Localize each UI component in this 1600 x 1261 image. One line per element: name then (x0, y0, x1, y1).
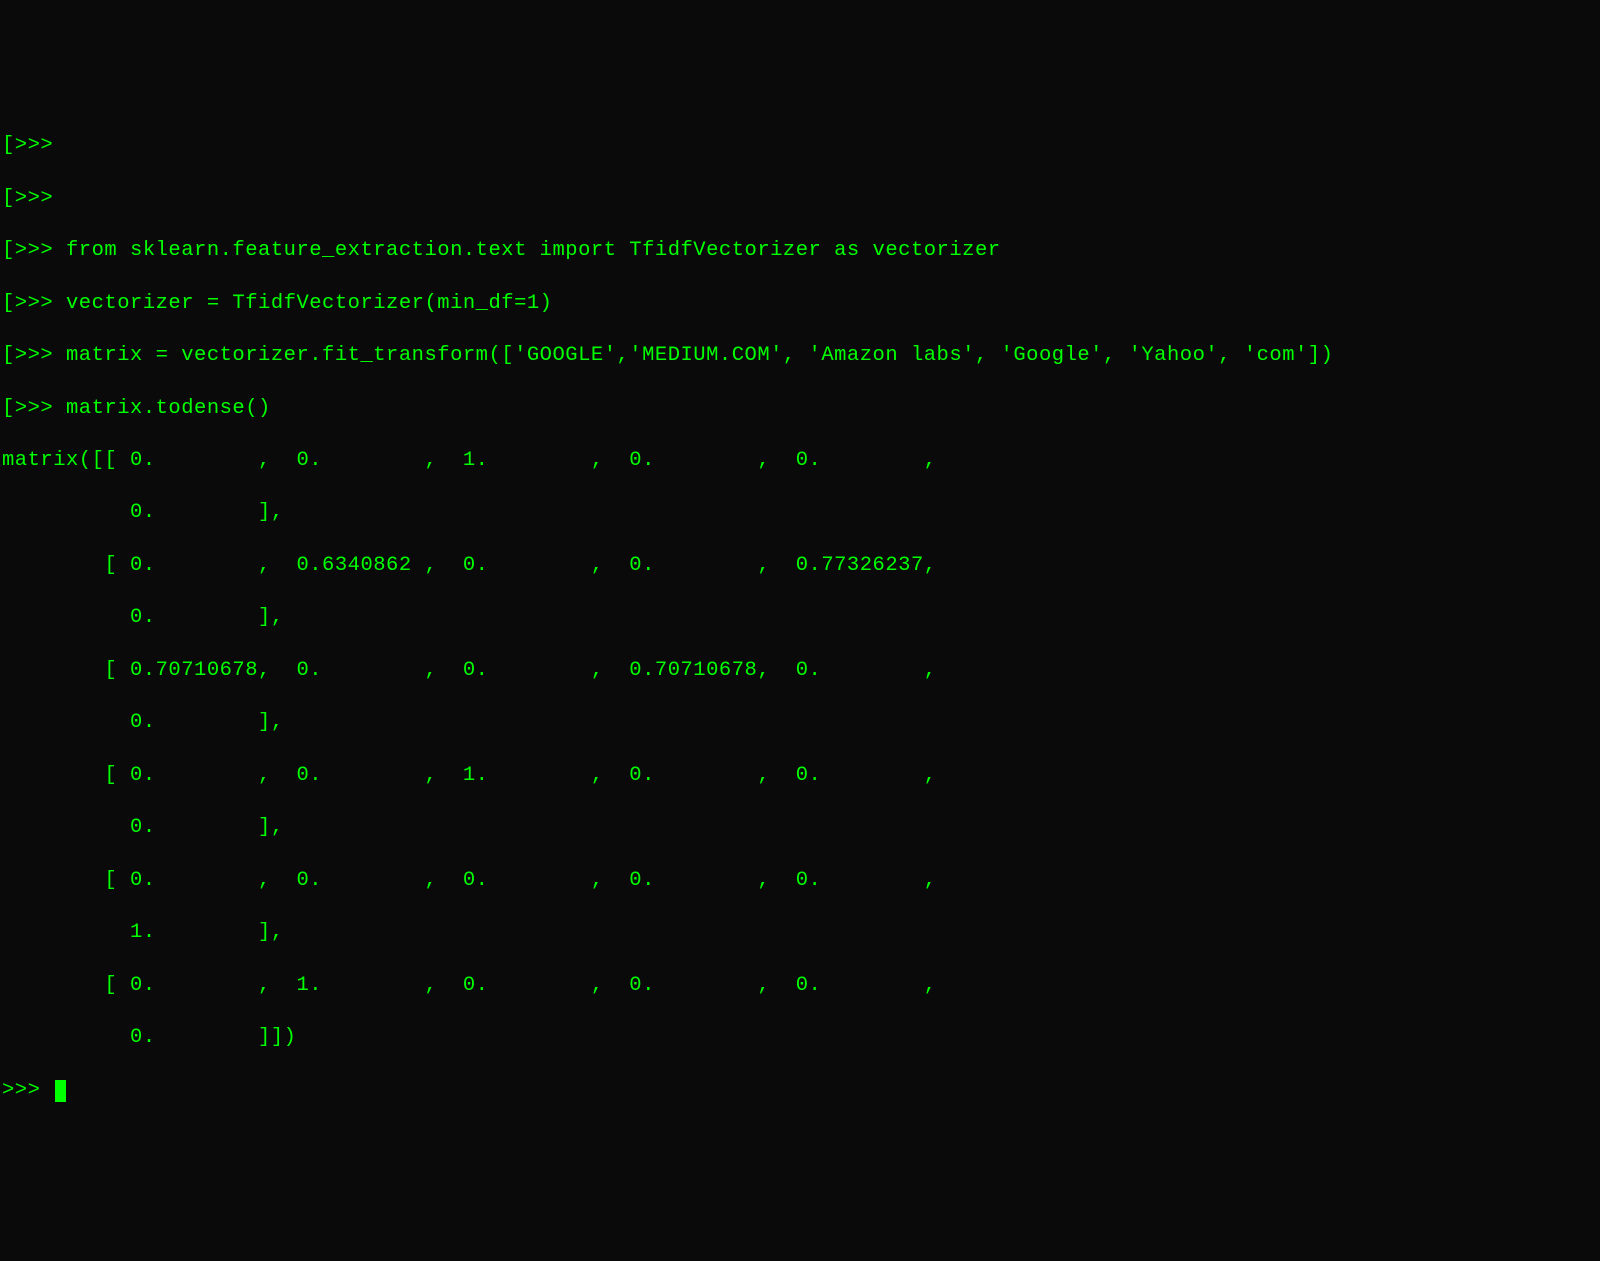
terminal-line: [>>> (2, 186, 1600, 212)
terminal-line: [>>> vectorizer = TfidfVectorizer(min_df… (2, 291, 1600, 317)
terminal-line: [>>> from sklearn.feature_extraction.tex… (2, 238, 1600, 264)
terminal-output-line: 0. ], (2, 815, 1600, 841)
terminal-output-line: [ 0. , 1. , 0. , 0. , 0. , (2, 973, 1600, 999)
cursor-icon (55, 1080, 66, 1102)
terminal-line: [>>> matrix = vectorizer.fit_transform([… (2, 343, 1600, 369)
terminal-output-line: 0. ]]) (2, 1025, 1600, 1051)
terminal-line: [>>> matrix.todense() (2, 396, 1600, 422)
terminal-output-line: 0. ], (2, 710, 1600, 736)
prompt-text: >>> (2, 1079, 53, 1102)
terminal-output-line: 0. ], (2, 500, 1600, 526)
terminal-output-line: 0. ], (2, 605, 1600, 631)
terminal-output-line: 1. ], (2, 920, 1600, 946)
terminal-output-line: matrix([[ 0. , 0. , 1. , 0. , 0. , (2, 448, 1600, 474)
terminal-window[interactable]: [>>> [>>> [>>> from sklearn.feature_extr… (0, 105, 1600, 1130)
terminal-line: [>>> (2, 133, 1600, 159)
terminal-output-line: [ 0. , 0. , 1. , 0. , 0. , (2, 763, 1600, 789)
terminal-prompt-active[interactable]: >>> (2, 1078, 1600, 1104)
terminal-output-line: [ 0. , 0. , 0. , 0. , 0. , (2, 868, 1600, 894)
terminal-output-line: [ 0.70710678, 0. , 0. , 0.70710678, 0. , (2, 658, 1600, 684)
terminal-output-line: [ 0. , 0.6340862 , 0. , 0. , 0.77326237, (2, 553, 1600, 579)
